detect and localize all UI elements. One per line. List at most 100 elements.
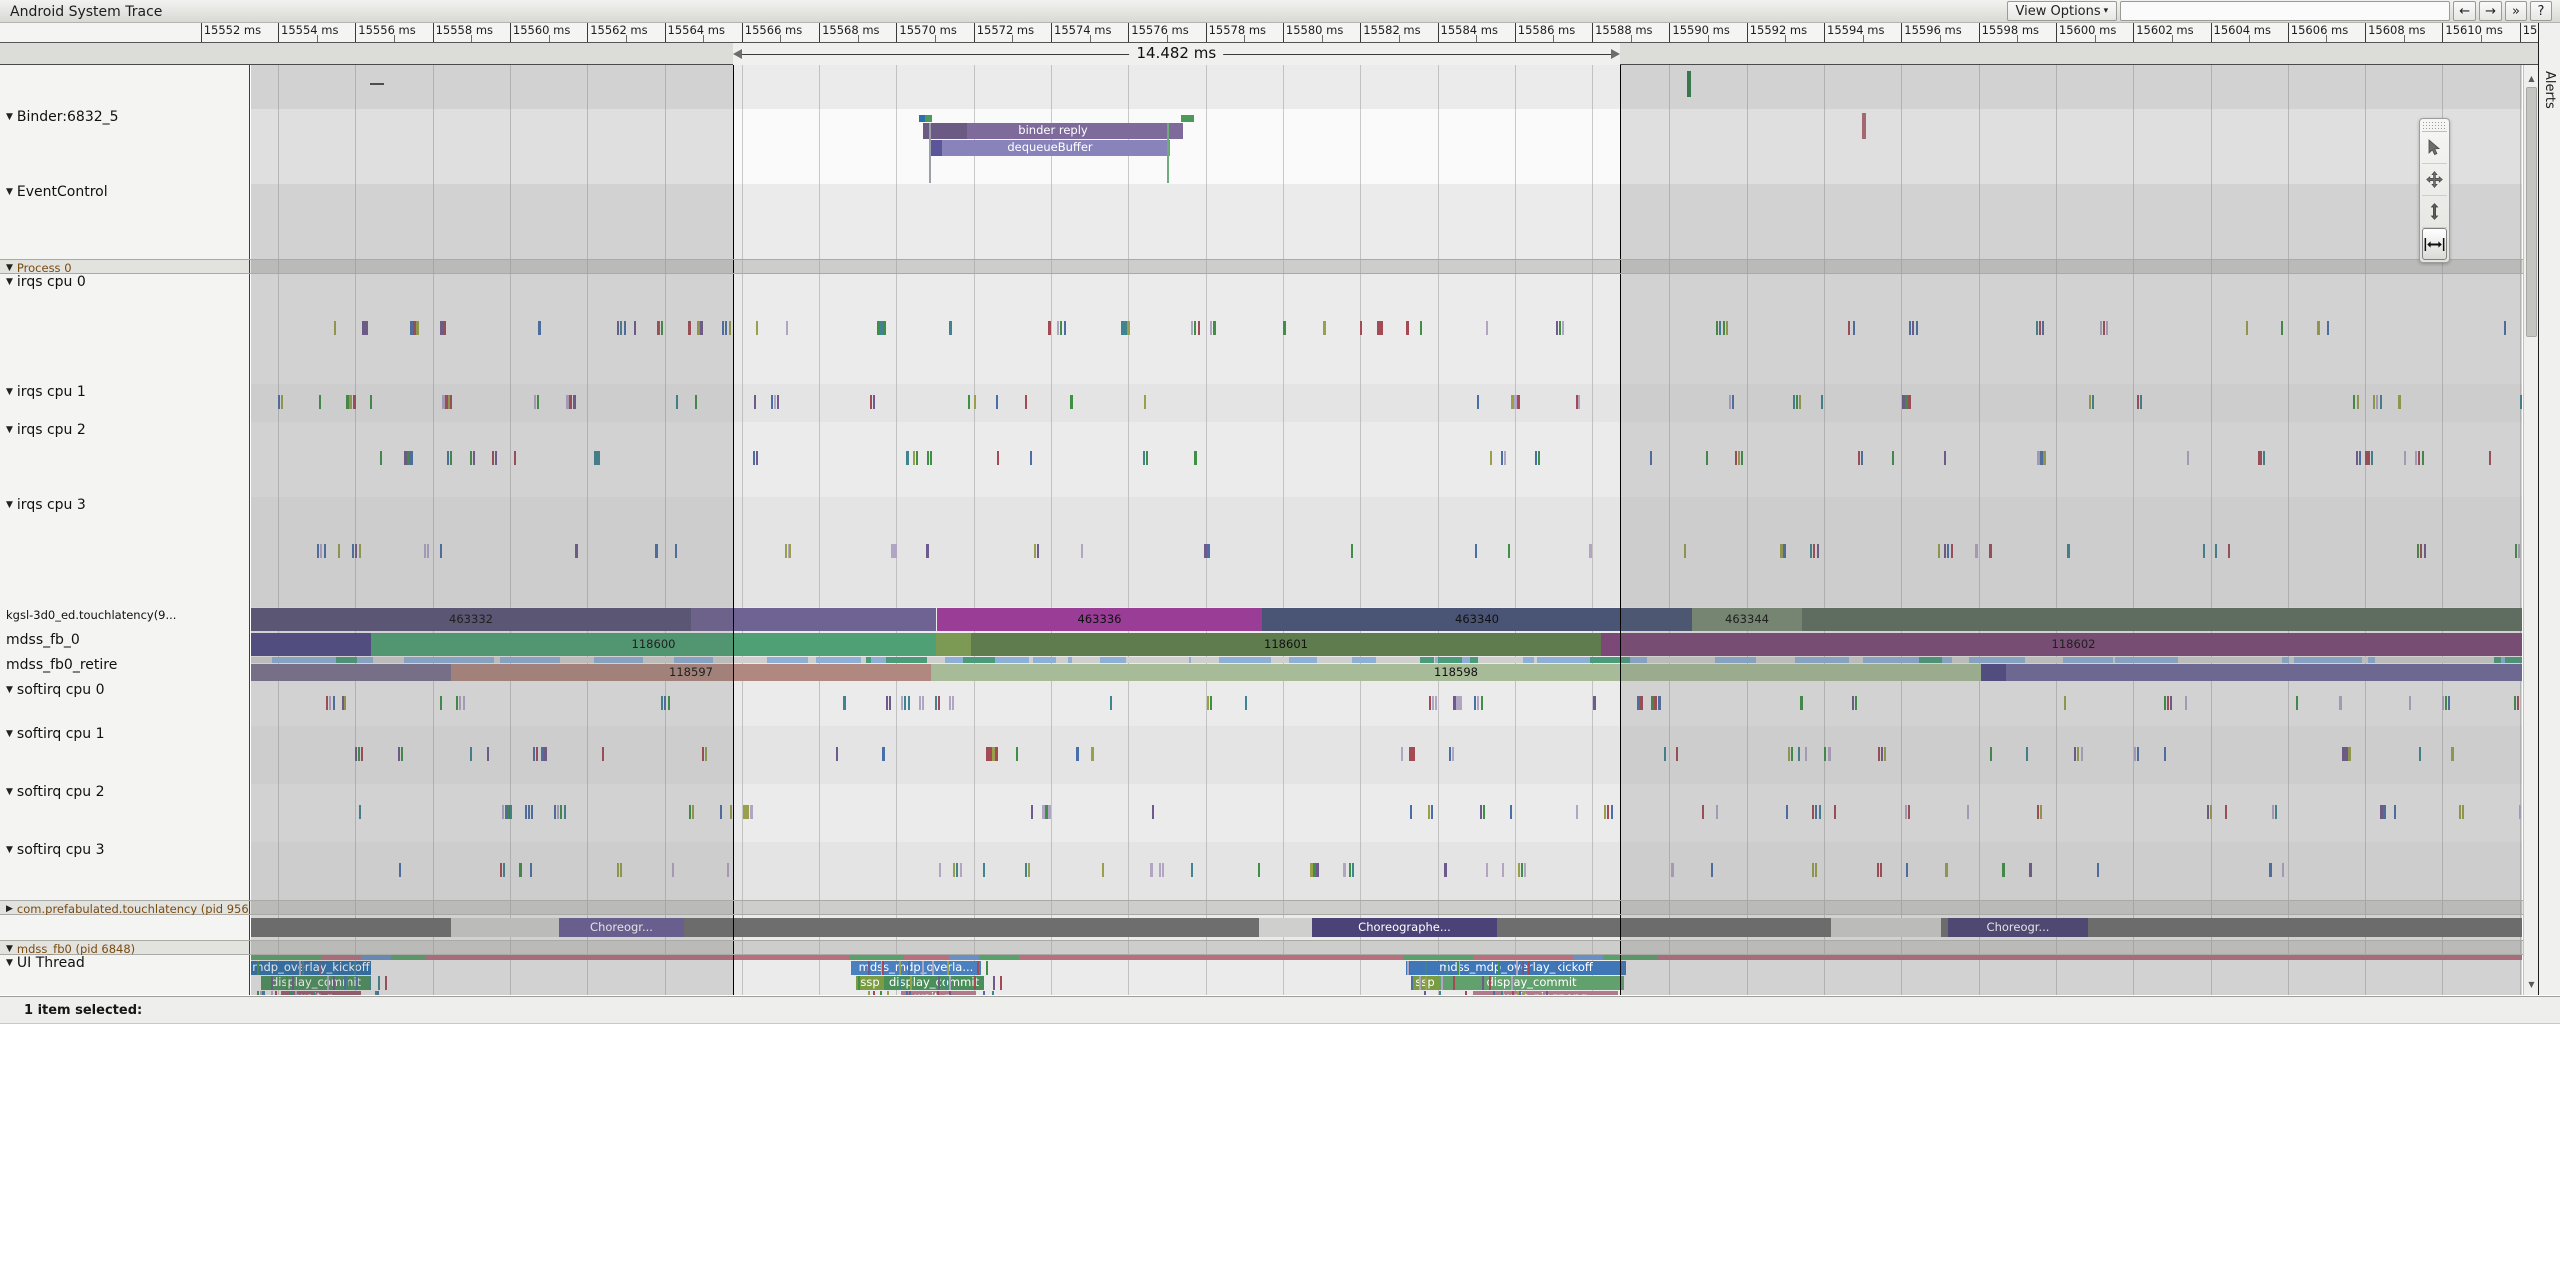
track-label-t-sirq3[interactable]: ▼softirq cpu 3 bbox=[0, 842, 250, 900]
event-tick[interactable] bbox=[2246, 321, 2248, 335]
event-tick[interactable] bbox=[2225, 805, 2227, 819]
event-tick[interactable] bbox=[620, 863, 622, 877]
event-tick[interactable] bbox=[1502, 863, 1504, 877]
event-tick[interactable] bbox=[2462, 805, 2464, 819]
async-slice[interactable]: 463344 bbox=[1692, 608, 1802, 631]
uithread-micro-slice[interactable] bbox=[868, 991, 870, 995]
event-tick[interactable] bbox=[2419, 747, 2421, 761]
event-tick[interactable] bbox=[473, 451, 475, 465]
event-tick[interactable] bbox=[2134, 747, 2136, 761]
event-tick[interactable] bbox=[355, 747, 357, 761]
uithread-micro-slice[interactable] bbox=[949, 991, 951, 995]
event-tick[interactable] bbox=[2445, 696, 2447, 710]
uithread-micro-slice[interactable] bbox=[1493, 991, 1495, 995]
event-tick[interactable] bbox=[2383, 805, 2386, 819]
next-result-button[interactable]: → bbox=[2479, 1, 2502, 21]
uithread-micro-slice[interactable] bbox=[1457, 961, 1459, 975]
event-tick[interactable] bbox=[1144, 395, 1146, 409]
event-tick[interactable] bbox=[1788, 747, 1790, 761]
event-tick[interactable] bbox=[1556, 321, 1558, 335]
event-tick[interactable] bbox=[1316, 863, 1319, 877]
view-options-button[interactable]: View Options ▾ bbox=[2007, 1, 2118, 21]
uithread-micro-slice[interactable] bbox=[257, 961, 259, 975]
selection-end-marker[interactable] bbox=[1620, 497, 1621, 607]
event-tick[interactable] bbox=[2398, 395, 2401, 409]
event-tick[interactable] bbox=[661, 696, 663, 710]
event-tick[interactable] bbox=[657, 321, 659, 335]
event-tick[interactable] bbox=[1711, 863, 1713, 877]
event-tick[interactable] bbox=[1944, 451, 1946, 465]
event-tick[interactable] bbox=[1738, 451, 1740, 465]
navigation-toolbar[interactable] bbox=[2419, 118, 2450, 263]
async-slice[interactable] bbox=[1981, 664, 2006, 681]
event-tick[interactable] bbox=[1518, 863, 1520, 877]
retire-sub-slice[interactable] bbox=[444, 657, 494, 663]
event-tick[interactable] bbox=[1861, 451, 1863, 465]
event-tick[interactable] bbox=[2269, 863, 2272, 877]
uithread-micro-slice[interactable] bbox=[947, 961, 949, 975]
event-tick[interactable] bbox=[2376, 395, 2378, 409]
event-tick[interactable] bbox=[514, 451, 516, 465]
async-slice[interactable] bbox=[251, 633, 371, 656]
event-tick[interactable] bbox=[2317, 321, 2320, 335]
uithread-micro-slice[interactable] bbox=[887, 991, 889, 995]
event-tick[interactable] bbox=[1908, 805, 1910, 819]
scroll-down-icon[interactable]: ▼ bbox=[2524, 977, 2539, 991]
event-tick[interactable] bbox=[1723, 321, 1725, 335]
event-tick[interactable] bbox=[1786, 805, 1788, 819]
event-tick[interactable] bbox=[538, 321, 541, 335]
event-tick[interactable] bbox=[1490, 451, 1492, 465]
event-tick[interactable] bbox=[720, 805, 722, 819]
event-tick[interactable] bbox=[1452, 747, 1454, 761]
event-tick[interactable] bbox=[355, 544, 357, 558]
event-tick[interactable] bbox=[2409, 696, 2411, 710]
help-button[interactable]: ? bbox=[2530, 1, 2552, 21]
event-tick[interactable] bbox=[492, 451, 494, 465]
retire-sub-slice[interactable] bbox=[1523, 657, 1534, 663]
async-slice[interactable]: 118597 bbox=[451, 664, 931, 681]
event-tick[interactable] bbox=[2459, 805, 2461, 819]
event-tick[interactable] bbox=[1716, 321, 1718, 335]
event-tick[interactable] bbox=[1213, 321, 1216, 335]
event-tick[interactable] bbox=[398, 747, 400, 761]
event-tick[interactable] bbox=[2368, 451, 2370, 465]
event-tick[interactable] bbox=[2394, 805, 2396, 819]
event-tick[interactable] bbox=[1198, 321, 1200, 335]
retire-sub-slice[interactable] bbox=[1462, 657, 1471, 663]
selection-end-marker[interactable] bbox=[1620, 784, 1621, 842]
event-tick[interactable] bbox=[2357, 395, 2359, 409]
track-canvas-t-touchlatency[interactable] bbox=[251, 901, 2522, 914]
event-tick[interactable] bbox=[1817, 544, 1819, 558]
retire-sub-slice[interactable] bbox=[2494, 657, 2522, 663]
async-slice[interactable] bbox=[251, 664, 451, 681]
async-slice[interactable] bbox=[2006, 664, 2522, 681]
vertical-zoom-tool-button[interactable] bbox=[2422, 196, 2447, 228]
selection-start-marker[interactable] bbox=[733, 109, 734, 184]
event-tick[interactable] bbox=[1521, 863, 1523, 877]
event-tick[interactable] bbox=[2064, 696, 2066, 710]
event-tick[interactable] bbox=[1150, 863, 1153, 877]
event-tick[interactable] bbox=[525, 805, 527, 819]
choreographer-slice[interactable]: Choreogr... bbox=[559, 918, 684, 937]
event-tick[interactable] bbox=[2097, 863, 2099, 877]
event-tick[interactable] bbox=[1420, 321, 1422, 335]
event-tick[interactable] bbox=[1143, 451, 1145, 465]
uithread-micro-slice[interactable] bbox=[290, 991, 292, 995]
uithread-micro-slice[interactable] bbox=[1516, 961, 1518, 975]
event-tick[interactable] bbox=[1793, 395, 1795, 409]
async-slice[interactable]: 463340 bbox=[1262, 608, 1692, 631]
event-tick[interactable] bbox=[1351, 544, 1353, 558]
event-tick[interactable] bbox=[1858, 451, 1860, 465]
event-tick[interactable] bbox=[1034, 544, 1036, 558]
event-tick[interactable] bbox=[317, 544, 319, 558]
event-tick[interactable] bbox=[2081, 747, 2083, 761]
uithread-micro-slice[interactable] bbox=[1556, 961, 1558, 975]
event-tick[interactable] bbox=[1406, 321, 1409, 335]
uithread-micro-slice[interactable] bbox=[974, 976, 976, 990]
uithread-micro-slice[interactable] bbox=[1425, 961, 1427, 975]
uithread-micro-slice[interactable] bbox=[908, 961, 910, 975]
retire-sub-slice[interactable] bbox=[1715, 657, 1757, 663]
event-tick[interactable] bbox=[2170, 696, 2172, 710]
uithread-micro-slice[interactable] bbox=[354, 961, 356, 975]
event-tick[interactable] bbox=[353, 395, 356, 409]
